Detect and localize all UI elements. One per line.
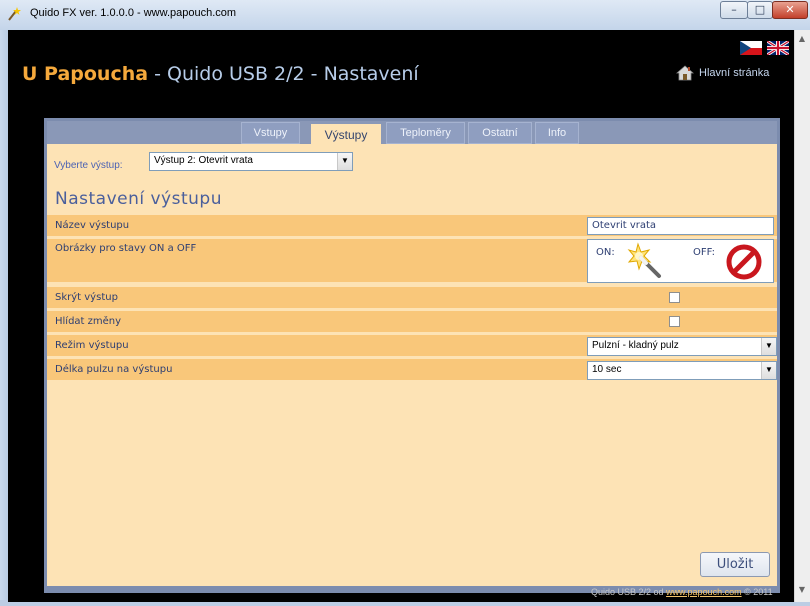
vertical-scrollbar[interactable]	[794, 30, 810, 602]
pulse-length-select[interactable]: 10 sec ▼	[587, 361, 777, 380]
scroll-up-arrow-icon[interactable]: ▲	[795, 34, 809, 46]
footer-link[interactable]: www.papouch.com	[666, 587, 742, 597]
watch-changes-checkbox[interactable]	[669, 316, 680, 327]
output-mode-select[interactable]: Pulzní - kladný pulz ▼	[587, 337, 777, 356]
close-button[interactable]: ✕	[772, 1, 808, 19]
app-icon	[8, 7, 21, 21]
home-link[interactable]: Hlavní stránka	[699, 67, 769, 79]
hide-output-checkbox[interactable]	[669, 292, 680, 303]
footer-prefix: Quido USB 2/2 od	[591, 587, 667, 597]
watch-changes-label: Hlídat změny	[55, 316, 122, 327]
output-mode-value: Pulzní - kladný pulz	[592, 340, 679, 351]
chevron-down-icon[interactable]: ▼	[761, 362, 776, 379]
pulse-length-label: Délka pulzu na výstupu	[55, 364, 173, 375]
brand-name: U Papoucha	[22, 63, 149, 85]
chevron-down-icon[interactable]: ▼	[337, 153, 352, 170]
on-state-label: ON:	[596, 247, 615, 258]
minimize-button[interactable]: –	[720, 1, 748, 19]
section-heading: Nastavení výstupu	[55, 189, 222, 209]
maximize-button[interactable]: □	[747, 1, 773, 19]
settings-row-hide	[47, 287, 777, 308]
off-state-label: OFF:	[693, 247, 715, 258]
no-entry-icon[interactable]	[725, 243, 763, 281]
pulse-length-value: 10 sec	[592, 364, 622, 375]
output-name-input[interactable]: Otevrit vrata	[587, 217, 774, 235]
window-title: Quido FX ver. 1.0.0.0 - www.papouch.com	[30, 7, 237, 19]
tab-ostatni[interactable]: Ostatní	[468, 122, 532, 144]
magic-wand-sparkle-icon[interactable]	[626, 242, 664, 280]
tab-teplomery[interactable]: Teploměry	[386, 122, 465, 144]
footer-suffix: © 2011	[741, 587, 773, 597]
output-mode-label: Režim výstupu	[55, 340, 129, 351]
tab-info[interactable]: Info	[535, 122, 579, 144]
save-button[interactable]: Uložit	[700, 552, 770, 577]
output-select-label: Vyberte výstup:	[54, 160, 123, 171]
output-select[interactable]: Výstup 2: Otevrit vrata ▼	[149, 152, 353, 171]
chevron-down-icon[interactable]: ▼	[761, 338, 776, 355]
footer: Quido USB 2/2 od www.papouch.com © 2011	[591, 587, 773, 597]
page-title: U Papoucha - Quido USB 2/2 - Nastavení	[22, 63, 419, 85]
settings-row-watch	[47, 311, 777, 332]
home-icon[interactable]	[676, 64, 694, 82]
uk-flag-icon[interactable]	[767, 41, 789, 55]
tab-vystupy[interactable]: Výstupy	[311, 124, 381, 146]
scroll-down-arrow-icon[interactable]: ▼	[795, 585, 809, 597]
tab-vstupy[interactable]: Vstupy	[241, 122, 300, 144]
window-frame-left	[0, 30, 8, 606]
output-name-label: Název výstupu	[55, 220, 130, 231]
output-select-value: Výstup 2: Otevrit vrata	[154, 155, 253, 166]
page-title-text: - Quido USB 2/2 - Nastavení	[148, 63, 419, 85]
hide-output-label: Skrýt výstup	[55, 292, 118, 303]
images-label: Obrázky pro stavy ON a OFF	[55, 243, 197, 254]
czech-flag-icon[interactable]	[740, 41, 762, 55]
